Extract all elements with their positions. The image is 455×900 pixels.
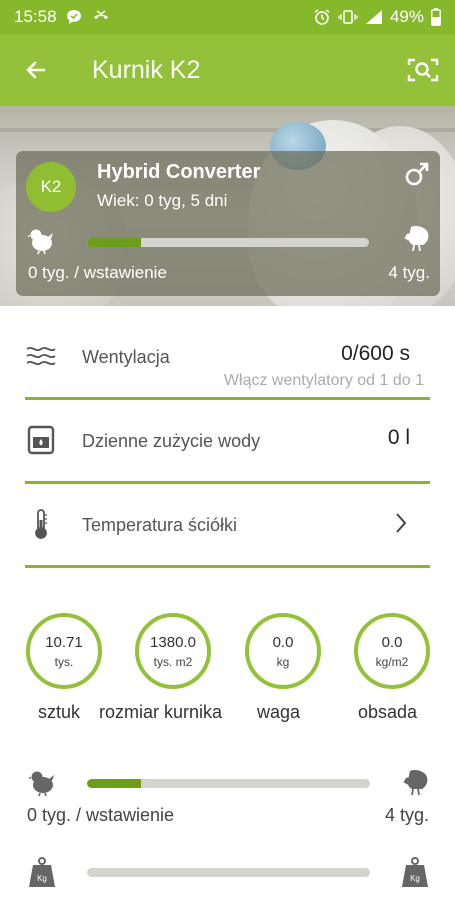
weight-icon-text-end: Kg [410,874,420,883]
age-start-label: 0 tyg. / wstawienie [27,805,175,825]
weight-kg-icon: Kg [29,857,55,887]
weight-label: waga [257,702,301,722]
house-badge: K2 [26,162,76,212]
chevron-right-icon[interactable] [394,511,408,535]
page-title: Kurnik K2 [92,55,201,84]
age-progress-bar [87,238,369,247]
density-label: obsada [358,702,418,722]
flock-info-card[interactable]: K2 Hybrid Converter Wiek: 0 tyg, 5 dni 0… [16,151,440,296]
air-waves-icon [26,346,56,366]
ventilation-label: Wentylacja [82,347,170,367]
weight-icon-text-start: Kg [37,874,47,883]
turkey-icon [404,226,429,252]
age-progress-fill [87,238,141,247]
ventilation-hint: Włącz wentylatory od 1 do 1 [223,372,424,389]
status-time: 15:58 [14,7,57,26]
weight-kg-icon: Kg [402,857,428,887]
water-label: Dzienne zużycie wody [82,431,261,451]
scan-button[interactable] [403,50,443,90]
battery-icon [431,8,441,26]
weight-progress-bar [87,868,370,877]
litter-temperature-label: Temperatura ściółki [82,515,238,535]
water-glass-icon [27,425,55,455]
age-progress-fill [87,779,141,788]
alarm-icon [313,8,331,26]
ventilation-value: 0/600 s [341,342,410,365]
count-stat: 10.71 tys. [26,613,102,689]
status-bar: 15:58 49% [0,0,455,34]
density-unit: kg/m2 [375,654,409,669]
density-stat: 0.0 kg/m2 [354,613,430,689]
app-bar: Kurnik K2 [0,34,455,106]
signal-icon [365,9,383,25]
weight-value: 0.0 [272,633,294,651]
thermometer-icon [35,509,47,539]
flock-age: Wiek: 0 tyg, 5 dni [97,191,228,210]
breed-name: Hybrid Converter [97,161,261,183]
battery-percent: 49% [389,7,424,26]
litter-temperature-row[interactable]: Temperatura ściółki [25,484,430,568]
density-value: 0.0 [381,633,403,651]
back-button[interactable] [16,50,56,90]
ventilation-row[interactable]: Wentylacja 0/600 s Włącz wentylatory od … [25,316,430,400]
progress-end-label: 4 tyg. [388,263,430,282]
male-symbol-icon [405,162,429,186]
weight-unit: kg [276,654,290,669]
house-size-stat: 1380.0 tys. m2 [135,613,211,689]
scan-search-icon [407,58,439,82]
age-progress-bar [87,779,370,788]
missed-call-icon [91,8,111,26]
count-label: sztuk [38,702,81,722]
vibrate-icon [338,9,358,25]
house-size-unit: tys. m2 [153,654,193,669]
progress-start-label: 0 tyg. / wstawienie [28,263,167,282]
turkey-icon [403,770,428,796]
arrow-back-icon [26,61,46,79]
weight-stat: 0.0 kg [245,613,321,689]
chat-bubble-icon [65,8,83,26]
count-value: 10.71 [45,633,83,651]
chick-icon [27,229,53,255]
count-unit: tys. [54,654,74,669]
age-end-label: 4 tyg. [384,805,429,825]
house-size-label: rozmiar kurnika [99,702,223,722]
house-size-value: 1380.0 [150,633,196,651]
water-value: 0 l [387,426,410,449]
water-consumption-row[interactable]: Dzienne zużycie wody 0 l [25,400,430,484]
chick-icon [28,771,54,797]
